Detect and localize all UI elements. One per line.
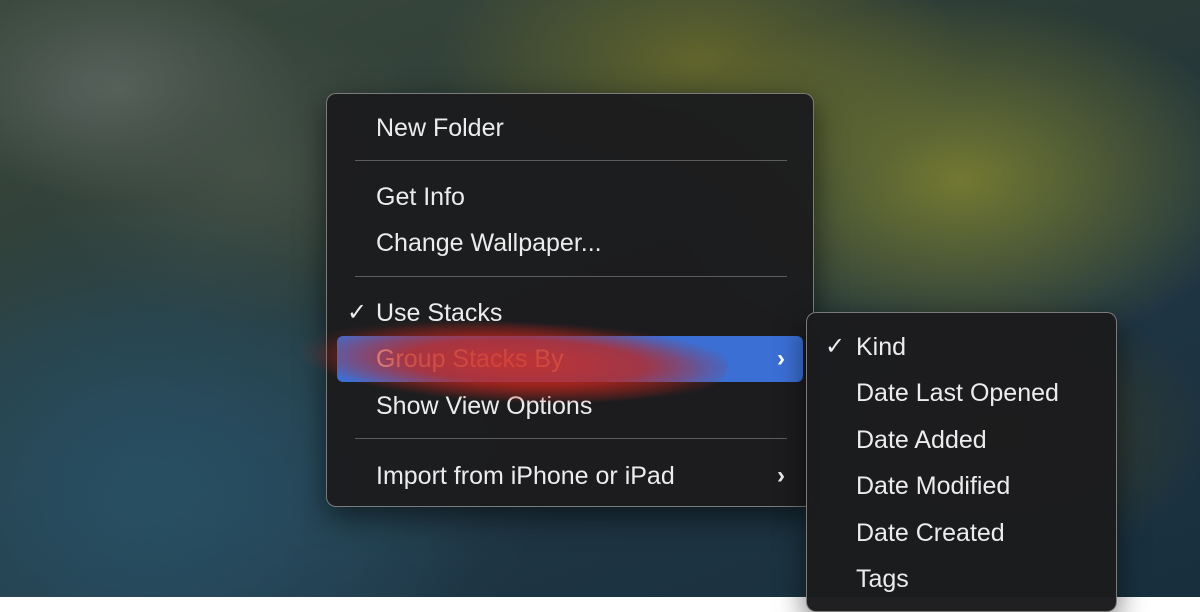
chevron-right-icon: › <box>777 345 785 372</box>
menu-item-change-wallpaper[interactable]: Change Wallpaper... <box>337 220 803 266</box>
group-stacks-by-submenu: ✓ Kind Date Last Opened Date Added Date … <box>806 312 1117 612</box>
menu-separator <box>355 276 787 277</box>
submenu-item-kind[interactable]: ✓ Kind <box>815 324 1109 370</box>
menu-item-import-from-iphone[interactable]: Import from iPhone or iPad › <box>337 453 803 499</box>
submenu-item-label: Tags <box>856 565 909 593</box>
submenu-item-date-modified[interactable]: Date Modified <box>815 463 1109 509</box>
submenu-item-tags[interactable]: Tags <box>815 556 1109 602</box>
menu-item-label: Get Info <box>376 183 465 211</box>
menu-separator <box>355 438 787 439</box>
menu-item-group-stacks-by[interactable]: Group Stacks By › <box>337 336 803 382</box>
chevron-right-icon: › <box>777 462 785 489</box>
menu-item-label: Use Stacks <box>376 299 503 327</box>
menu-item-label: Import from iPhone or iPad <box>376 462 675 490</box>
menu-item-label: New Folder <box>376 114 504 142</box>
menu-item-get-info[interactable]: Get Info <box>337 174 803 220</box>
submenu-item-label: Date Created <box>856 519 1005 547</box>
desktop-context-menu: New Folder Get Info Change Wallpaper... … <box>326 93 814 507</box>
submenu-item-date-last-opened[interactable]: Date Last Opened <box>815 370 1109 416</box>
menu-separator <box>355 160 787 161</box>
menu-item-label: Group Stacks By <box>376 345 564 373</box>
submenu-item-label: Date Modified <box>856 472 1011 500</box>
menu-item-label: Show View Options <box>376 392 593 420</box>
checkmark-icon: ✓ <box>825 333 846 360</box>
menu-item-new-folder[interactable]: New Folder <box>337 105 803 151</box>
menu-item-use-stacks[interactable]: ✓ Use Stacks <box>337 290 803 336</box>
submenu-item-label: Date Last Opened <box>856 379 1059 407</box>
menu-item-show-view-options[interactable]: Show View Options <box>337 383 803 429</box>
submenu-item-label: Date Added <box>856 426 987 454</box>
menu-item-label: Change Wallpaper... <box>376 229 602 257</box>
submenu-item-date-added[interactable]: Date Added <box>815 417 1109 463</box>
checkmark-icon: ✓ <box>347 299 368 326</box>
submenu-item-label: Kind <box>856 333 907 361</box>
submenu-item-date-created[interactable]: Date Created <box>815 510 1109 556</box>
